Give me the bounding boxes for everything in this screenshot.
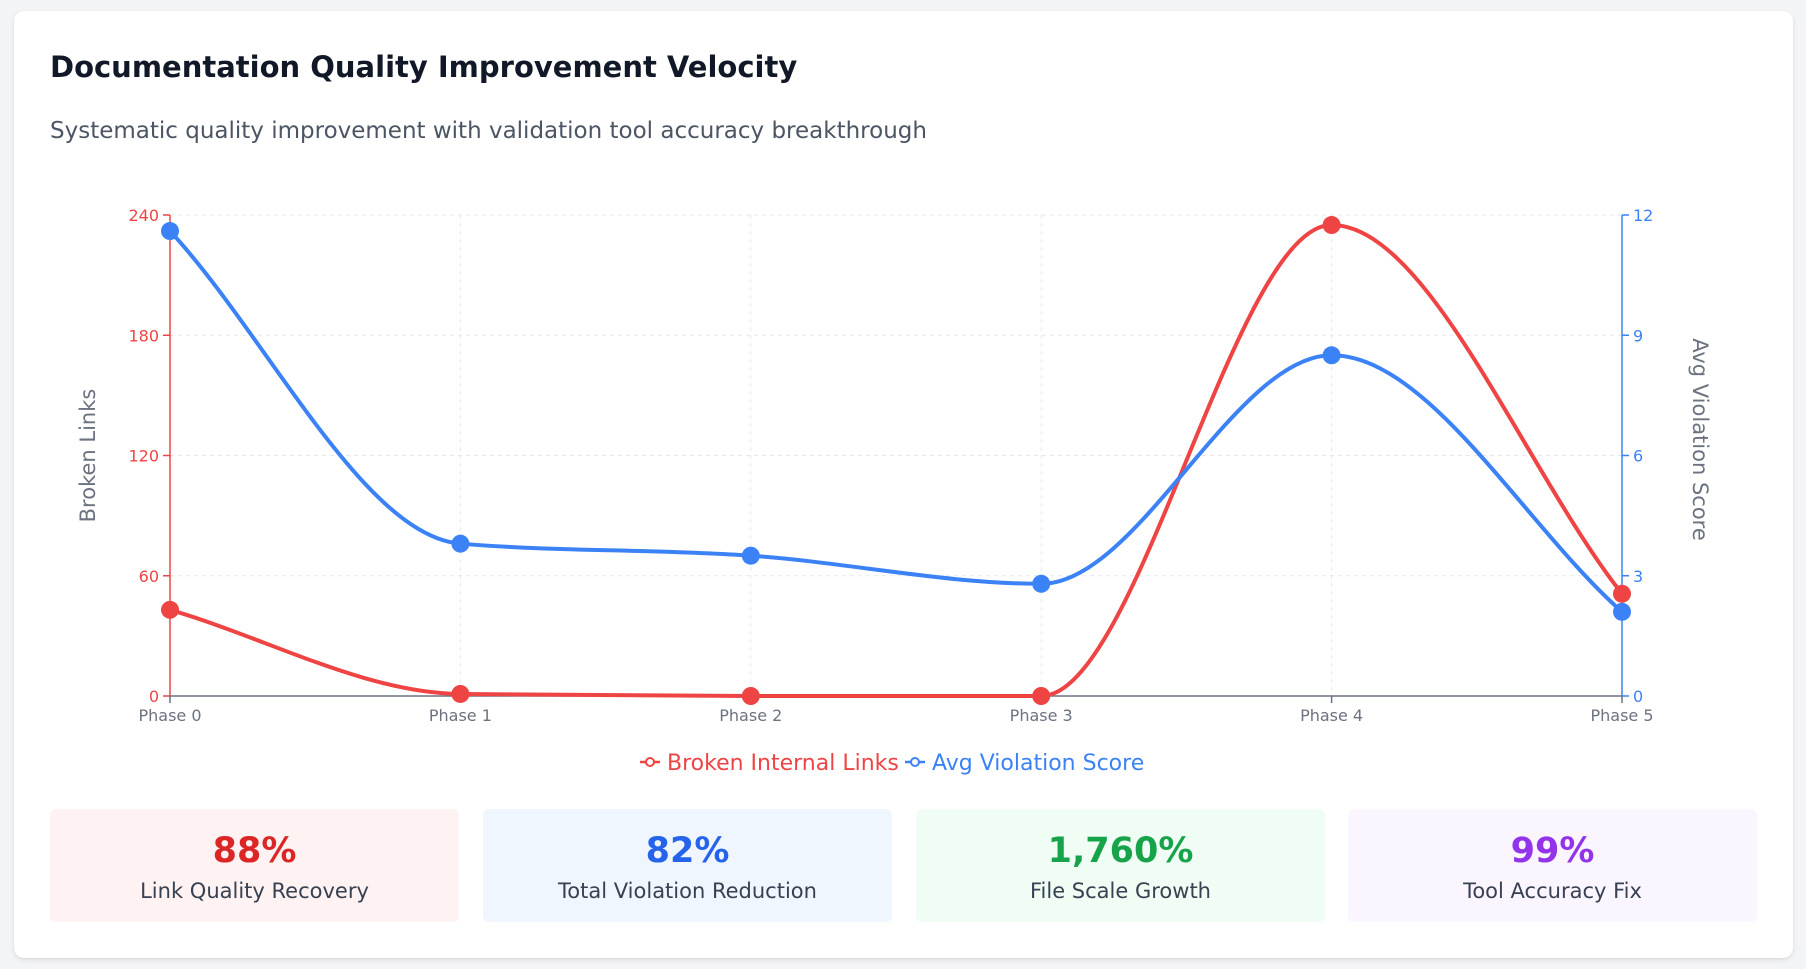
y-right-tick-label: 12 [1633, 206, 1653, 225]
y-right-tick-label: 3 [1633, 567, 1643, 586]
broken-links-point [741, 687, 760, 705]
y-left-tick-label: 240 [128, 206, 159, 225]
stat-label: Link Quality Recovery [140, 879, 369, 903]
x-tick-label: Phase 4 [1300, 706, 1363, 725]
x-tick-label: Phase 0 [138, 706, 201, 725]
broken-links-line [168, 223, 1624, 699]
stat-card: 1,760% File Scale Growth [916, 809, 1325, 922]
stat-card: 82% Total Violation Reduction [483, 809, 892, 922]
x-tick-label: Phase 3 [1010, 706, 1073, 725]
line-chart: 0 60 120 180 240 0 3 6 9 12 Phase 0 Phase 1 Phase 2 P… [76, 206, 1712, 776]
y-left-tick-label: 180 [128, 326, 159, 345]
legend-marker-broken-links [645, 757, 655, 767]
violation-score-point [161, 222, 179, 241]
stat-value: 99% [1510, 831, 1595, 871]
y-left-tick-label: 120 [128, 447, 159, 466]
stat-label: Tool Accuracy Fix [1463, 879, 1642, 903]
y-left-tick-label: 60 [139, 567, 159, 586]
broken-links-point [161, 600, 179, 619]
violation-score-line [168, 229, 1624, 614]
violation-score-point [1032, 574, 1051, 593]
y-right-tick-label: 0 [1633, 687, 1643, 706]
violation-score-point [1322, 346, 1341, 365]
stat-value: 1,760% [1047, 831, 1194, 871]
y-right-axis-title: Avg Violation Score [1688, 338, 1712, 541]
stat-label: Total Violation Reduction [558, 879, 817, 903]
broken-links-point [451, 684, 470, 703]
y-right-tick-label: 9 [1633, 326, 1643, 345]
x-tick-label: Phase 2 [719, 706, 782, 725]
legend-label-broken-links: Broken Internal Links [667, 751, 899, 776]
stat-label: File Scale Growth [1029, 879, 1211, 903]
stat-card: 99% Tool Accuracy Fix [1348, 809, 1757, 922]
legend-marker-violation-score [910, 757, 920, 767]
violation-score-point [741, 546, 760, 565]
broken-links-point [1613, 584, 1631, 603]
x-tick-label: Phase 1 [429, 706, 492, 725]
violation-score-point [1613, 602, 1631, 621]
x-tick-label: Phase 5 [1590, 706, 1653, 725]
broken-links-point [1322, 216, 1341, 235]
legend-label-violation-score: Avg Violation Score [932, 751, 1144, 776]
y-left-axis-title: Broken Links [76, 389, 100, 523]
stat-value: 88% [212, 831, 297, 871]
y-right-tick-label: 6 [1633, 447, 1643, 466]
stat-value: 82% [645, 831, 730, 871]
broken-links-point [1032, 687, 1051, 705]
stat-card: 88% Link Quality Recovery [50, 809, 459, 922]
y-left-tick-label: 0 [149, 687, 159, 706]
violation-score-point [451, 534, 470, 553]
